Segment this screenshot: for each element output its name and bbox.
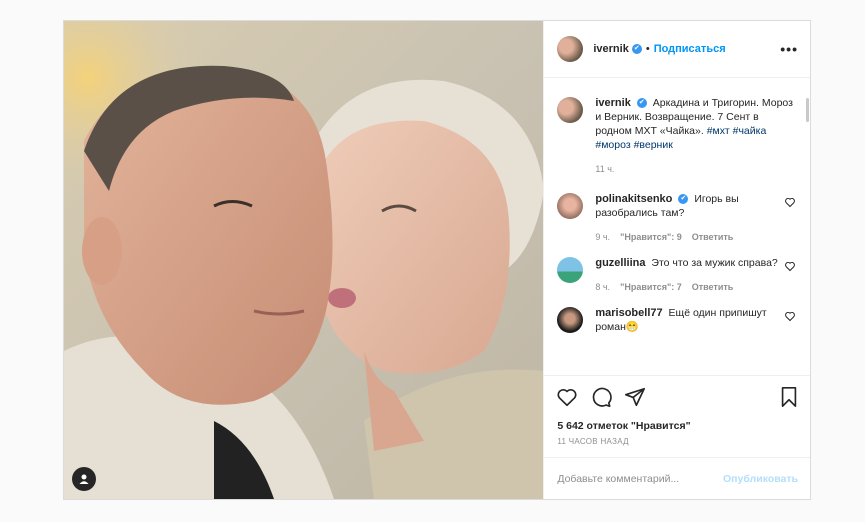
like-comment-heart-icon[interactable] (784, 260, 796, 272)
caption-meta: 11 ч. (595, 162, 796, 176)
comment-likes-count[interactable]: "Нравится": 9 (620, 230, 682, 244)
comment-username[interactable]: polinakitsenko (595, 193, 672, 205)
comment-avatar[interactable] (557, 257, 584, 283)
verified-badge-icon: ✔ (678, 194, 689, 205)
publish-button[interactable]: Опубликовать (723, 473, 798, 485)
like-button[interactable] (556, 386, 578, 408)
post-photo[interactable] (64, 21, 544, 499)
share-button[interactable] (624, 386, 646, 408)
more-options-icon[interactable]: ••• (780, 41, 798, 57)
hashtag-link[interactable]: #мороз (595, 139, 630, 151)
comments-scrollbar[interactable] (806, 98, 809, 122)
comments-section[interactable]: ivernik ✔ Аркадина и Тригорин. Мороз и Ве… (544, 78, 810, 375)
caption: ivernik ✔ Аркадина и Тригорин. Мороз и Ве… (557, 96, 796, 176)
comment-meta: 8 ч. "Нравится": 7 Ответить (595, 280, 778, 294)
hashtag-link[interactable]: #мхт (707, 125, 730, 137)
instagram-post: ivernik ✔ • Подписаться ••• ivernik ✔ Арк… (63, 20, 811, 500)
comment-item: polinakitsenko ✔ Игорь вы разобрались там… (557, 192, 796, 244)
reply-button[interactable]: Ответить (692, 230, 734, 244)
heart-icon (557, 388, 577, 406)
caption-username[interactable]: ivernik (595, 97, 630, 109)
comment-button[interactable] (590, 386, 613, 408)
selfie-photo-illustration (64, 21, 544, 499)
hashtag-link[interactable]: #верник (634, 139, 673, 151)
comment-likes-count[interactable]: "Нравится": 7 (620, 280, 682, 294)
reply-button[interactable]: Ответить (692, 280, 734, 294)
comment-time[interactable]: 8 ч. (595, 280, 610, 294)
post-actions (544, 375, 810, 417)
like-comment-heart-icon[interactable] (784, 196, 796, 208)
author-username[interactable]: ivernik (593, 43, 628, 55)
comment-item: marisobell77 Ещё один припишут роман😁 (557, 306, 796, 344)
comment-item: guzelliina Это что за мужик справа? 8 ч.… (557, 256, 796, 294)
tagged-users-button[interactable] (72, 467, 96, 491)
separator-dot: • (645, 43, 650, 55)
caption-time[interactable]: 11 ч. (595, 162, 614, 176)
caption-avatar[interactable] (557, 97, 584, 123)
follow-button[interactable]: Подписаться (654, 43, 726, 55)
likes-count[interactable]: 5 642 отметок "Нравится" (544, 417, 810, 435)
bookmark-icon (781, 386, 797, 407)
post-sidebar: ivernik ✔ • Подписаться ••• ivernik ✔ Арк… (543, 21, 810, 499)
hashtag-link[interactable]: #чайка (733, 125, 767, 137)
post-header: ivernik ✔ • Подписаться ••• (544, 21, 810, 78)
like-comment-heart-icon[interactable] (784, 310, 796, 322)
comment-username[interactable]: guzelliina (595, 257, 645, 269)
comment-avatar[interactable] (557, 193, 584, 219)
comment-meta: 9 ч. "Нравится": 9 Ответить (595, 230, 778, 244)
post-timestamp[interactable]: 11 ЧАСОВ НАЗАД (544, 435, 810, 453)
save-button[interactable] (779, 386, 799, 408)
comment-time[interactable]: 9 ч. (595, 230, 610, 244)
paper-plane-icon (625, 387, 646, 406)
verified-badge-icon: ✔ (636, 98, 647, 109)
verified-badge-icon: ✔ (631, 44, 642, 54)
add-comment-bar: Опубликовать (544, 457, 810, 499)
comment-input[interactable] (557, 472, 724, 485)
comment-avatar[interactable] (557, 307, 584, 333)
user-icon (79, 474, 89, 484)
comment-bubble-icon (593, 387, 613, 407)
author-avatar[interactable] (557, 36, 584, 62)
comment-text: Это что за мужик справа? (651, 257, 778, 269)
comment-username[interactable]: marisobell77 (595, 307, 662, 319)
